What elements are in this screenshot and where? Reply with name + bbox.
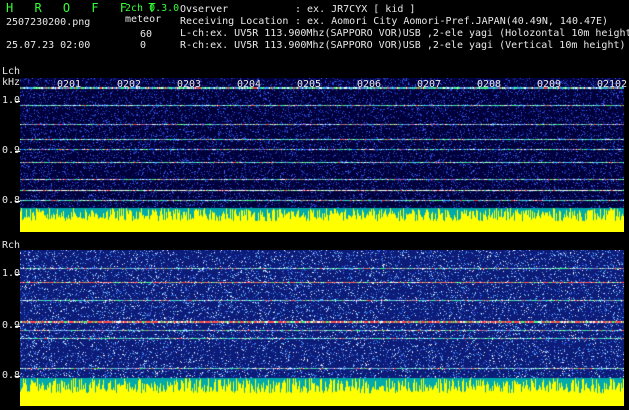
lch-unit: kHz: [2, 77, 21, 88]
lch-time-axis: 0201 0202 0203 0204 0205 0206 0207 0208 …: [20, 78, 628, 90]
location-label: Receiving Location: [180, 16, 289, 27]
time-label: 0206: [357, 79, 382, 90]
time-label: 0208: [477, 79, 502, 90]
time-label: 0204: [237, 79, 262, 90]
location-value: : ex. Aomori City Aomori-Pref.JAPAN(40.4…: [295, 16, 609, 27]
lch-info: L-ch:ex. UV5R 113.900Mhz(SAPPORO VOR)USB…: [180, 28, 629, 39]
observer-label: Ovserver: [180, 4, 229, 15]
time-label: 0207: [417, 79, 442, 90]
time-label: 0209: [537, 79, 562, 90]
timestamp: 25.07.23 02:00: [6, 40, 91, 51]
rch-spectrogram: [20, 250, 624, 406]
count-2: 0: [140, 40, 147, 51]
time-label: 0202: [117, 79, 142, 90]
observer-value: : ex. JR7CYX [ kid ]: [295, 4, 416, 15]
time-label: 0205: [297, 79, 322, 90]
time-label: 0203: [177, 79, 202, 90]
time-label: 0201: [57, 79, 82, 90]
rch-label: Rch: [2, 240, 21, 251]
time-label: 2: [621, 79, 628, 90]
lch-label: Lch: [2, 66, 21, 77]
lch-spectrogram: [20, 78, 624, 232]
file-name: 2507230200.png: [6, 17, 91, 28]
rch-info: R-ch:ex. UV5R 113.900Mhz(SAPPORO VOR)USB…: [180, 40, 626, 51]
mode-label: meteor: [125, 14, 162, 25]
time-label: 0210: [597, 79, 622, 90]
